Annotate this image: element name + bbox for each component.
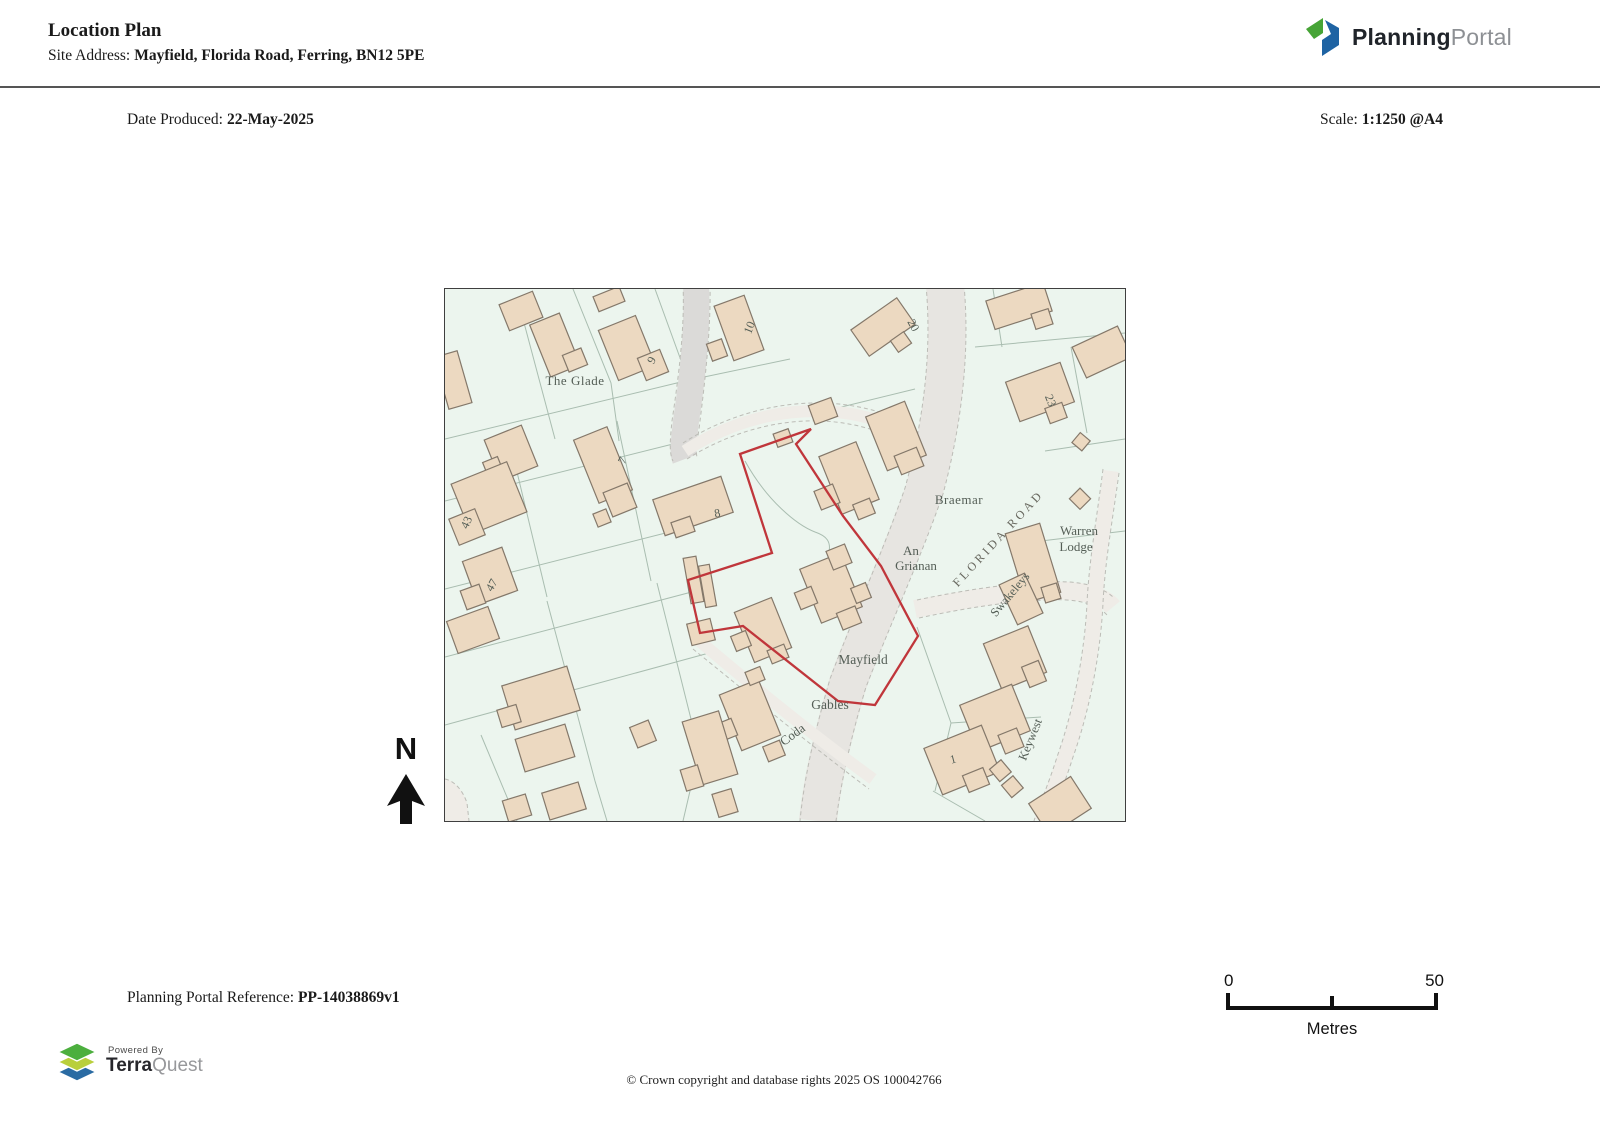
site-address-label: Site Address: [48, 47, 131, 64]
scalebar-unit: Metres [1307, 1020, 1357, 1038]
reference-value: PP-14038869v1 [298, 989, 400, 1006]
scalebar-end: 50 [1425, 971, 1444, 990]
scale-text: Scale: 1:1250 @A4 [1320, 111, 1443, 129]
scale-bar: 0 50 Metres [1214, 960, 1454, 1045]
date-label: Date Produced: [127, 111, 223, 128]
site-address-value: Mayfield, Florida Road, Ferring, BN12 5P… [134, 47, 425, 64]
north-label: N [394, 731, 418, 766]
date-produced: Date Produced: 22-May-2025 [127, 111, 314, 129]
planning-portal-wordmark: PlanningPortal [1352, 24, 1512, 51]
scale-label: Scale: [1319, 111, 1358, 128]
location-plan-map: The Glade 9 10 20 23 7 8 43 47 Braemar An Grianan FL… [444, 288, 1126, 822]
date-value: 22-May-2025 [226, 111, 314, 128]
planning-reference: Planning Portal Reference: PP-14038869v1 [127, 989, 400, 1007]
map-label: The Glade [545, 373, 604, 388]
terraquest-icon [56, 1042, 98, 1081]
wordmark-terra: Terra [106, 1055, 153, 1077]
header-divider [0, 86, 1600, 88]
wordmark-portal: Portal [1450, 23, 1512, 50]
map-label: Lodge [1059, 539, 1092, 554]
site-address: Site Address: Mayfield, Florida Road, Fer… [48, 47, 424, 65]
map-label: Mayfield [838, 652, 888, 667]
crown-copyright: © Crown copyright and database rights 20… [626, 1072, 942, 1087]
wordmark-planning: Planning [1351, 23, 1451, 50]
north-arrow: N [378, 733, 434, 831]
terraquest-wordmark: Powered By TerraQuest [106, 1046, 203, 1076]
scalebar-start: 0 [1224, 971, 1233, 990]
page-title: Location Plan [48, 20, 162, 41]
map-label: Braemar [935, 492, 983, 507]
wordmark-quest: Quest [152, 1055, 203, 1077]
map-label: An [903, 543, 919, 558]
reference-label: Planning Portal Reference: [127, 989, 295, 1006]
scale-value: 1:1250 @A4 [1361, 111, 1443, 128]
north-arrow-icon [387, 774, 425, 824]
map-label: Gables [811, 697, 849, 712]
terraquest-logo: Powered By TerraQuest [56, 1041, 203, 1081]
map-label: Warren [1060, 523, 1098, 538]
map-canvas: The Glade910 2023784347BraemarAnGrianan FL… [445, 289, 1125, 821]
planning-portal-icon [1305, 18, 1339, 56]
map-label: Grianan [895, 558, 937, 573]
planning-portal-logo: PlanningPortal [1301, 14, 1512, 60]
